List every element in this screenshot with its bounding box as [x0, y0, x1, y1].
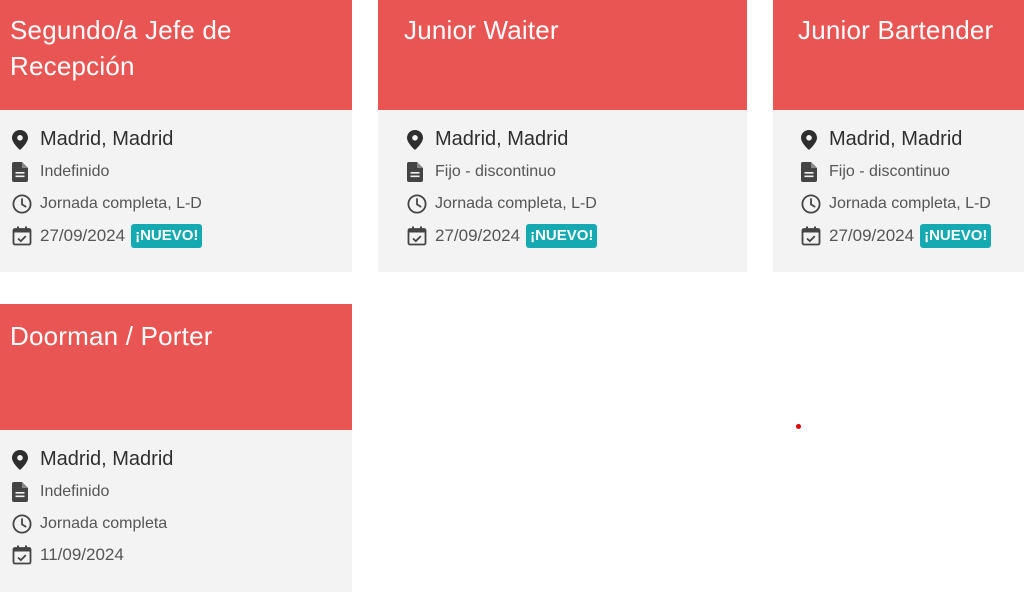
job-location: Madrid, Madrid	[801, 128, 962, 151]
job-location: Madrid, Madrid	[12, 128, 173, 151]
job-schedule: Jornada completa, L-D	[12, 193, 202, 215]
job-location-text: Madrid, Madrid	[435, 128, 569, 150]
job-title[interactable]: Doorman / Porter	[0, 304, 352, 430]
document-icon	[407, 161, 429, 183]
document-icon	[801, 161, 823, 183]
job-schedule-text: Jornada completa, L-D	[829, 195, 991, 212]
map-pin-icon	[407, 129, 429, 151]
map-pin-icon	[801, 129, 823, 151]
job-schedule-text: Jornada completa, L-D	[435, 195, 597, 212]
job-date: 27/09/2024 ¡NUEVO!	[801, 224, 992, 248]
job-contract-text: Fijo - discontinuo	[435, 163, 556, 180]
document-icon	[12, 161, 34, 183]
job-location-text: Madrid, Madrid	[40, 128, 174, 150]
new-badge: ¡NUEVO!	[920, 224, 992, 248]
map-pin-icon	[12, 449, 34, 471]
job-schedule-text: Jornada completa	[40, 515, 168, 532]
job-date-text: 27/09/2024	[829, 226, 915, 245]
job-title[interactable]: Junior Bartender	[773, 0, 1024, 110]
clock-icon	[12, 193, 34, 215]
job-location: Madrid, Madrid	[12, 448, 173, 471]
job-card[interactable]: Segundo/a Jefe de Recepción Madrid, Madr…	[0, 0, 352, 272]
job-schedule: Jornada completa, L-D	[407, 193, 597, 215]
job-contract-text: Indefinido	[40, 163, 110, 180]
calendar-check-icon	[407, 225, 429, 247]
clock-icon	[801, 193, 823, 215]
job-card[interactable]: Junior Bartender Madrid, Madrid Fijo - d…	[773, 0, 1024, 272]
job-contract: Indefinido	[12, 161, 109, 183]
job-date: 27/09/2024 ¡NUEVO!	[12, 224, 203, 248]
job-location-text: Madrid, Madrid	[40, 448, 174, 470]
job-contract: Indefinido	[12, 481, 109, 503]
new-badge: ¡NUEVO!	[526, 224, 598, 248]
job-contract: Fijo - discontinuo	[801, 161, 950, 183]
job-title[interactable]: Segundo/a Jefe de Recepción	[0, 0, 352, 110]
calendar-check-icon	[801, 225, 823, 247]
job-schedule-text: Jornada completa, L-D	[40, 195, 202, 212]
cursor-dot	[796, 424, 801, 429]
map-pin-icon	[12, 129, 34, 151]
job-contract-text: Indefinido	[40, 483, 110, 500]
job-card[interactable]: Junior Waiter Madrid, Madrid Fijo - disc…	[378, 0, 747, 272]
job-card[interactable]: Doorman / Porter Madrid, Madrid Indefini…	[0, 304, 352, 592]
job-location-text: Madrid, Madrid	[829, 128, 963, 150]
job-location: Madrid, Madrid	[407, 128, 568, 151]
job-title[interactable]: Junior Waiter	[378, 0, 747, 110]
job-date: 27/09/2024 ¡NUEVO!	[407, 224, 598, 248]
job-date: 11/09/2024	[12, 544, 124, 566]
job-contract-text: Fijo - discontinuo	[829, 163, 950, 180]
job-schedule: Jornada completa	[12, 513, 167, 535]
job-contract: Fijo - discontinuo	[407, 161, 556, 183]
job-date-text: 11/09/2024	[40, 545, 124, 564]
calendar-check-icon	[12, 225, 34, 247]
document-icon	[12, 481, 34, 503]
job-schedule: Jornada completa, L-D	[801, 193, 991, 215]
job-date-text: 27/09/2024	[435, 226, 521, 245]
clock-icon	[12, 513, 34, 535]
new-badge: ¡NUEVO!	[131, 224, 203, 248]
job-date-text: 27/09/2024	[40, 226, 126, 245]
clock-icon	[407, 193, 429, 215]
calendar-check-icon	[12, 544, 34, 566]
